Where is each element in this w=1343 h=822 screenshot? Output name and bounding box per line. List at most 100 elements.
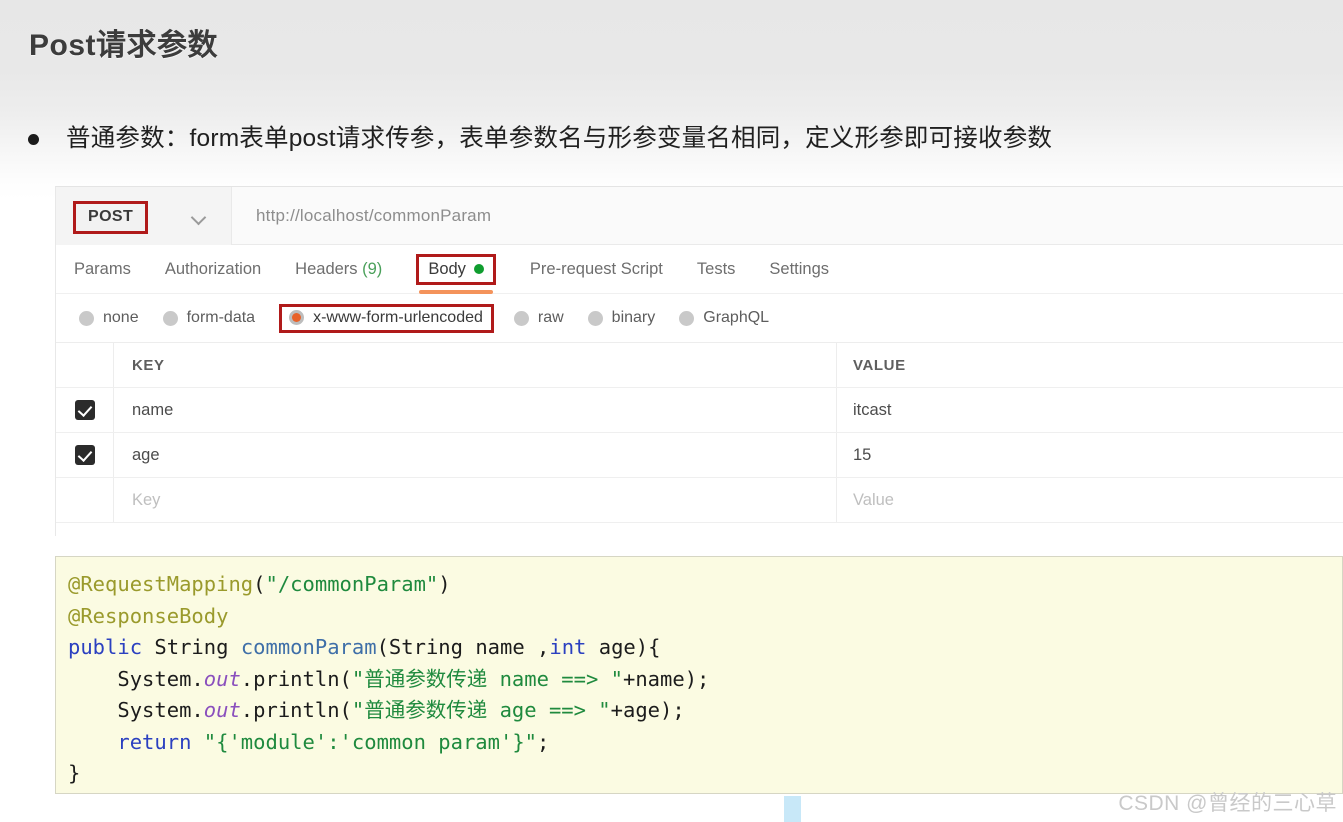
empty-row-value-cell[interactable]: Value — [837, 478, 1343, 522]
bullet-item: 普通参数：form表单post请求传参，表单参数名与形参变量名相同，定义形参即可… — [28, 122, 1052, 156]
code-token: return — [117, 729, 192, 754]
body-type-radio-group: none form-data x-www-form-urlencoded raw… — [56, 294, 1343, 342]
code-token: ) — [438, 572, 451, 596]
code-token: System. — [68, 698, 204, 722]
code-token: +name); — [623, 666, 710, 691]
http-method-selector[interactable]: POST — [56, 186, 232, 245]
bullet-text: 普通参数：form表单post请求传参，表单参数名与形参变量名相同，定义形参即可… — [66, 125, 1053, 152]
radio-circle-icon — [679, 310, 695, 326]
code-line: return "{'module':'common param'}"; — [68, 727, 1342, 759]
row-key-cell[interactable]: name — [114, 388, 837, 432]
tab-settings[interactable]: Settings — [769, 260, 829, 279]
chevron-down-icon[interactable] — [190, 209, 207, 225]
request-tabs: Params Authorization Headers (9) Body Pr… — [56, 245, 1343, 294]
code-token: +age); — [610, 698, 685, 722]
radio-x-www-form-urlencoded[interactable]: x-www-form-urlencoded — [279, 303, 494, 333]
code-token: .println( — [240, 698, 352, 722]
row-key-cell[interactable]: age — [114, 433, 837, 477]
table-header-key-cell: KEY — [114, 343, 837, 387]
empty-row-checkbox-cell[interactable] — [56, 478, 114, 522]
empty-row-key-cell[interactable]: Key — [114, 478, 837, 522]
params-table: KEY VALUE name itcast age 15 Key Value — [56, 342, 1343, 523]
code-token: out — [203, 666, 241, 691]
tab-params-label: Params — [74, 259, 131, 278]
slide-content: Post请求参数 普通参数：form表单post请求传参，表单参数名与形参变量名… — [0, 0, 1343, 822]
code-line: } — [68, 758, 1342, 790]
radio-graphql[interactable]: GraphQL — [679, 309, 769, 327]
code-token: @ResponseBody — [68, 603, 229, 628]
code-token: commonParam — [240, 635, 377, 659]
table-header-value-cell: VALUE — [837, 343, 1343, 387]
tab-headers[interactable]: Headers (9) — [295, 260, 382, 279]
code-token: out — [203, 698, 241, 722]
code-line: @RequestMapping("/commonParam") — [68, 569, 1342, 601]
tab-params[interactable]: Params — [74, 260, 131, 279]
code-token: ; — [537, 729, 550, 754]
tab-body[interactable]: Body — [416, 253, 496, 294]
row-checkbox-cell[interactable] — [56, 433, 114, 477]
code-token: System. — [68, 666, 204, 691]
url-input[interactable]: http://localhost/commonParam — [232, 206, 491, 226]
radio-form-data[interactable]: form-data — [162, 309, 255, 327]
row-key-text: name — [132, 400, 174, 419]
csdn-watermark: CSDN @曾经的三心草 — [1118, 792, 1337, 815]
radio-binary[interactable]: binary — [587, 309, 655, 327]
http-method-label[interactable]: POST — [73, 200, 149, 234]
tab-tests-label: Tests — [696, 259, 736, 278]
radio-graphql-label: GraphQL — [703, 309, 770, 326]
row-value-cell[interactable]: 15 — [837, 433, 1343, 477]
table-header-checkbox-cell — [56, 343, 114, 387]
radio-circle-icon — [513, 310, 529, 326]
code-line: @ResponseBody — [68, 601, 1342, 633]
radio-circle-selected-icon — [289, 310, 305, 325]
radio-raw[interactable]: raw — [513, 309, 564, 327]
bullet-dot-icon — [28, 134, 39, 145]
tab-pre-request-script[interactable]: Pre-request Script — [530, 260, 663, 279]
table-empty-row[interactable]: Key Value — [56, 478, 1343, 523]
radio-raw-label: raw — [537, 309, 564, 326]
radio-none[interactable]: none — [79, 309, 139, 327]
radio-circle-icon — [587, 310, 603, 326]
tab-authorization[interactable]: Authorization — [165, 260, 261, 279]
row-value-text: 15 — [853, 445, 872, 464]
radio-circle-icon — [79, 310, 94, 326]
row-value-text: itcast — [853, 400, 892, 419]
page-title: Post请求参数 — [29, 29, 219, 62]
row-checkbox-cell[interactable] — [56, 388, 114, 432]
row-value-cell[interactable]: itcast — [837, 388, 1343, 432]
checkbox-checked-icon[interactable] — [74, 400, 95, 420]
postman-panel: POST http://localhost/commonParam Params… — [55, 186, 1343, 536]
code-token: } — [68, 761, 81, 785]
code-token: age){ — [586, 635, 661, 659]
request-url-bar: POST http://localhost/commonParam — [56, 186, 1343, 245]
table-row[interactable]: name itcast — [56, 388, 1343, 433]
table-row[interactable]: age 15 — [56, 433, 1343, 478]
body-present-dot-icon — [473, 264, 484, 274]
java-code-block: @RequestMapping("/commonParam") @Response… — [55, 556, 1343, 794]
tab-tests[interactable]: Tests — [697, 260, 736, 279]
code-token: public — [68, 635, 143, 659]
code-token: @RequestMapping — [68, 572, 254, 596]
checkbox-checked-icon[interactable] — [74, 445, 95, 465]
tab-active-underline — [419, 289, 493, 294]
code-token: ( — [253, 572, 266, 596]
code-line: public String commonParam(String name ,i… — [68, 632, 1342, 664]
text-caret — [784, 796, 801, 822]
tab-body-label: Body — [428, 259, 466, 278]
code-token: "普通参数传递 age ==> " — [351, 698, 611, 722]
code-token: String — [142, 635, 241, 659]
tab-pre-request-script-label: Pre-request Script — [529, 259, 663, 278]
code-token: .println( — [240, 666, 352, 691]
tab-headers-label: Headers — [295, 259, 358, 278]
radio-circle-icon — [162, 310, 178, 326]
code-token: "普通参数传递 name ==> " — [351, 666, 623, 691]
code-token: "{'module':'common param'}" — [203, 729, 538, 754]
column-header-key: KEY — [132, 356, 165, 374]
code-token: (String name , — [376, 635, 550, 659]
column-header-value: VALUE — [853, 356, 906, 374]
empty-row-value-placeholder: Value — [853, 490, 894, 509]
code-token: int — [549, 635, 587, 659]
radio-x-www-form-urlencoded-label: x-www-form-urlencoded — [313, 308, 483, 326]
code-line: System.out.println("普通参数传递 age ==> "+age… — [68, 695, 1342, 727]
